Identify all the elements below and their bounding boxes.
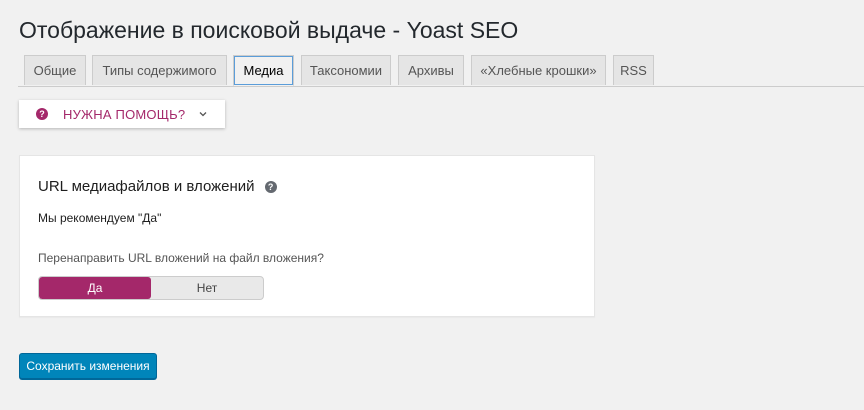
recommendation-text: Мы рекомендуем "Да" [38, 211, 162, 225]
settings-tabs: Общие Типы содержимого Медиа Таксономии … [18, 55, 864, 87]
chevron-down-icon [199, 112, 207, 117]
question-circle-icon: ? [36, 108, 48, 120]
need-help-button[interactable]: ? НУЖНА ПОМОЩЬ? [19, 100, 225, 128]
save-changes-button[interactable]: Сохранить изменения [19, 353, 157, 379]
tab-content-types[interactable]: Типы содержимого [92, 55, 227, 85]
redirect-attachment-toggle: Да Нет [38, 276, 264, 300]
tab-taxonomies[interactable]: Таксономии [301, 55, 391, 85]
toggle-option-no[interactable]: Нет [151, 277, 263, 299]
tab-rss[interactable]: RSS [613, 55, 654, 85]
tab-media[interactable]: Медиа [233, 55, 294, 86]
redirect-question-label: Перенаправить URL вложений на файл вложе… [38, 251, 324, 265]
tab-archives[interactable]: Архивы [398, 55, 464, 85]
section-title-text: URL медиафайлов и вложений [38, 178, 255, 195]
need-help-label: НУЖНА ПОМОЩЬ? [63, 106, 186, 122]
toggle-option-yes[interactable]: Да [39, 277, 151, 299]
page-title: Отображение в поисковой выдаче - Yoast S… [19, 17, 519, 43]
section-title: URL медиафайлов и вложений ? [38, 178, 277, 195]
tab-breadcrumbs[interactable]: «Хлебные крошки» [471, 55, 606, 85]
media-settings-card: URL медиафайлов и вложений ? Мы рекоменд… [19, 155, 595, 317]
question-circle-icon[interactable]: ? [264, 180, 277, 193]
tab-general[interactable]: Общие [24, 55, 86, 85]
